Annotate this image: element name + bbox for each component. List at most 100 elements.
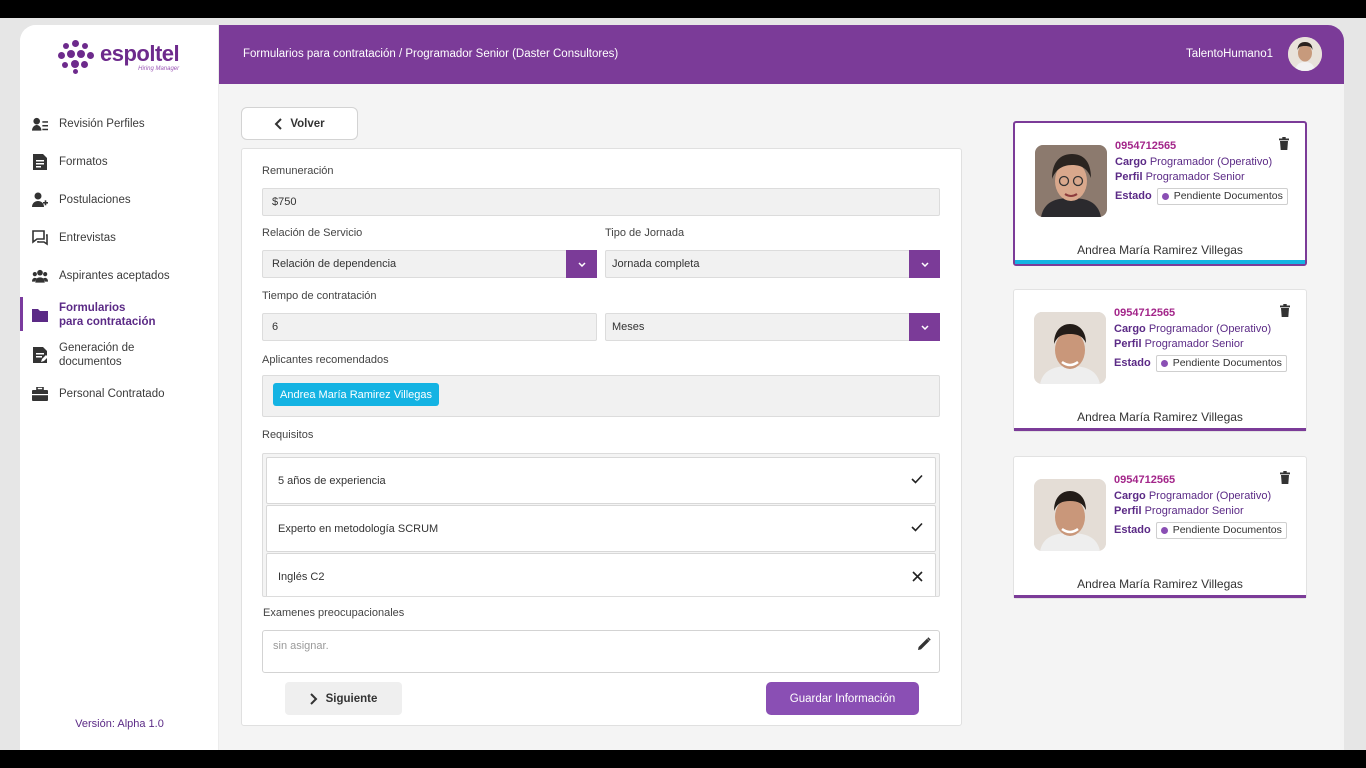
- tiempo-value: 6: [272, 321, 279, 333]
- check-icon[interactable]: [911, 522, 923, 532]
- jornada-label: Tipo de Jornada: [605, 227, 685, 239]
- jornada-dropdown-button[interactable]: [909, 250, 940, 278]
- candidate-name: Andrea María Ramirez Villegas: [1077, 243, 1243, 257]
- sidebar-item-revision-perfiles[interactable]: Revisión Perfiles: [20, 105, 219, 143]
- card-accent-bar: [1014, 595, 1306, 598]
- candidate-id: 0954712565: [1114, 307, 1176, 319]
- back-button-label: Volver: [290, 117, 325, 130]
- remuneracion-value: $750: [272, 196, 297, 208]
- brand-logo[interactable]: espoltel Hiring Manager: [58, 40, 180, 74]
- candidate-name: Andrea María Ramirez Villegas: [1077, 410, 1243, 424]
- close-icon[interactable]: [912, 571, 923, 582]
- check-icon[interactable]: [911, 474, 923, 484]
- chevron-down-icon: [577, 261, 586, 267]
- tiempo-label: Tiempo de contratación: [262, 290, 377, 302]
- candidate-card[interactable]: 0954712565 Cargo Programador (Operativo)…: [1013, 289, 1307, 432]
- candidate-id: 0954712565: [1115, 140, 1177, 152]
- sidebar-item-label-line1: Formularios: [59, 302, 126, 314]
- card-accent-bar: [1015, 260, 1305, 264]
- list-item[interactable]: Inglés C2: [266, 553, 936, 596]
- sidebar-item-label: Aspirantes aceptados: [59, 270, 170, 282]
- brand-mark-icon: [58, 40, 94, 74]
- sidebar-item-generacion-documentos[interactable]: Generación de documentos: [20, 335, 219, 375]
- sidebar-item-formatos[interactable]: Formatos: [20, 143, 219, 181]
- trash-icon[interactable]: [1280, 304, 1290, 317]
- brand-name: espoltel: [100, 40, 180, 66]
- status-dot-icon: [1161, 193, 1169, 200]
- save-button[interactable]: Guardar Información: [766, 682, 919, 715]
- candidate-name: Andrea María Ramirez Villegas: [1077, 577, 1243, 591]
- perfil-label: Perfil: [1114, 338, 1142, 350]
- relacion-dropdown-button[interactable]: [566, 250, 597, 278]
- next-button[interactable]: Siguiente: [285, 682, 402, 715]
- cargo-value: Programador (Operativo): [1148, 323, 1272, 335]
- sidebar-item-label-line2: documentos: [59, 356, 122, 368]
- sidebar-item-label-line1: Generación de: [59, 342, 135, 354]
- tiempo-unit-dropdown-button[interactable]: [909, 313, 940, 341]
- candidate-photo: [1034, 312, 1106, 384]
- relacion-label: Relación de Servicio: [262, 227, 363, 239]
- tiempo-field[interactable]: 6: [262, 313, 597, 341]
- sidebar-item-label: Revisión Perfiles: [59, 118, 145, 130]
- tiempo-unit-select[interactable]: Meses: [605, 313, 940, 341]
- folder-icon: [32, 307, 48, 323]
- trash-icon[interactable]: [1280, 471, 1290, 484]
- sidebar-item-formularios-contratacion[interactable]: Formularios para contratación: [20, 295, 219, 335]
- applicant-chip[interactable]: Andrea María Ramirez Villegas: [273, 383, 440, 406]
- briefcase-icon: [32, 386, 48, 402]
- status-badge: Pendiente Documentos: [1155, 355, 1287, 372]
- status-text: Pendiente Documentos: [1173, 190, 1283, 202]
- app-window: espoltel Hiring Manager Revisión Perfile…: [20, 25, 1344, 750]
- estado-label: Estado: [1115, 190, 1152, 202]
- tiempo-unit-value: Meses: [612, 321, 645, 333]
- version-label: Versión: Alpha 1.0: [75, 718, 164, 730]
- perfil-label: Perfil: [1114, 505, 1142, 517]
- trash-icon[interactable]: [1279, 137, 1289, 150]
- chevron-right-icon: [309, 692, 318, 705]
- pencil-icon[interactable]: [917, 637, 931, 651]
- remuneracion-field[interactable]: $750: [262, 188, 940, 216]
- status-dot-icon: [1160, 360, 1168, 367]
- sidebar-item-personal-contratado[interactable]: Personal Contratado: [20, 375, 219, 413]
- status-dot-icon: [1160, 527, 1168, 534]
- sidebar-item-label: Personal Contratado: [59, 388, 165, 400]
- sidebar-item-label: Formatos: [59, 156, 108, 168]
- status-badge: Pendiente Documentos: [1156, 188, 1288, 205]
- chevron-down-icon: [920, 324, 929, 330]
- chat-icon: [32, 230, 48, 246]
- candidate-id: 0954712565: [1114, 474, 1176, 486]
- sidebar-item-aspirantes-aceptados[interactable]: Aspirantes aceptados: [20, 257, 219, 295]
- requisitos-list[interactable]: 5 años de experiencia Experto en metodol…: [262, 453, 940, 597]
- requisito-text: Inglés C2: [278, 570, 325, 583]
- relacion-select[interactable]: Relación de dependencia: [262, 250, 597, 278]
- chevron-down-icon: [920, 261, 929, 267]
- brand-subtitle: Hiring Manager: [138, 65, 180, 72]
- candidate-card[interactable]: 0954712565 Cargo Programador (Operativo)…: [1013, 121, 1307, 266]
- list-item[interactable]: 5 años de experiencia: [266, 457, 936, 504]
- candidate-photo: [1034, 479, 1106, 551]
- sidebar-item-label: Postulaciones: [59, 194, 131, 206]
- list-item[interactable]: Experto en metodología SCRUM: [266, 505, 936, 552]
- candidate-card[interactable]: 0954712565 Cargo Programador (Operativo)…: [1013, 456, 1307, 599]
- candidate-photo: [1035, 145, 1107, 217]
- jornada-select[interactable]: Jornada completa: [605, 250, 940, 278]
- examenes-label: Examenes preocupacionales: [263, 607, 405, 619]
- requisito-text: 5 años de experiencia: [278, 474, 386, 487]
- sidebar-item-postulaciones[interactable]: Postulaciones: [20, 181, 219, 219]
- back-button[interactable]: Volver: [241, 107, 358, 140]
- user-avatar[interactable]: [1288, 37, 1322, 71]
- username[interactable]: TalentoHumano1: [1186, 48, 1273, 60]
- status-badge: Pendiente Documentos: [1155, 522, 1287, 539]
- status-text: Pendiente Documentos: [1172, 524, 1282, 536]
- cargo-label: Cargo: [1114, 490, 1146, 502]
- main-content: Volver Remuneración $750 Relación de Ser…: [219, 84, 1344, 750]
- breadcrumb[interactable]: Formularios para contratación / Programa…: [243, 48, 618, 60]
- card-accent-bar: [1014, 428, 1306, 431]
- aplicantes-field[interactable]: Andrea María Ramirez Villegas: [262, 375, 940, 417]
- sidebar-item-entrevistas[interactable]: Entrevistas: [20, 219, 219, 257]
- examenes-field[interactable]: sin asignar.: [262, 630, 940, 673]
- window-frame: espoltel Hiring Manager Revisión Perfile…: [0, 18, 1366, 750]
- aplicantes-label: Aplicantes recomendados: [262, 354, 389, 366]
- document-icon: [32, 154, 48, 170]
- cargo-value: Programador (Operativo): [1148, 490, 1272, 502]
